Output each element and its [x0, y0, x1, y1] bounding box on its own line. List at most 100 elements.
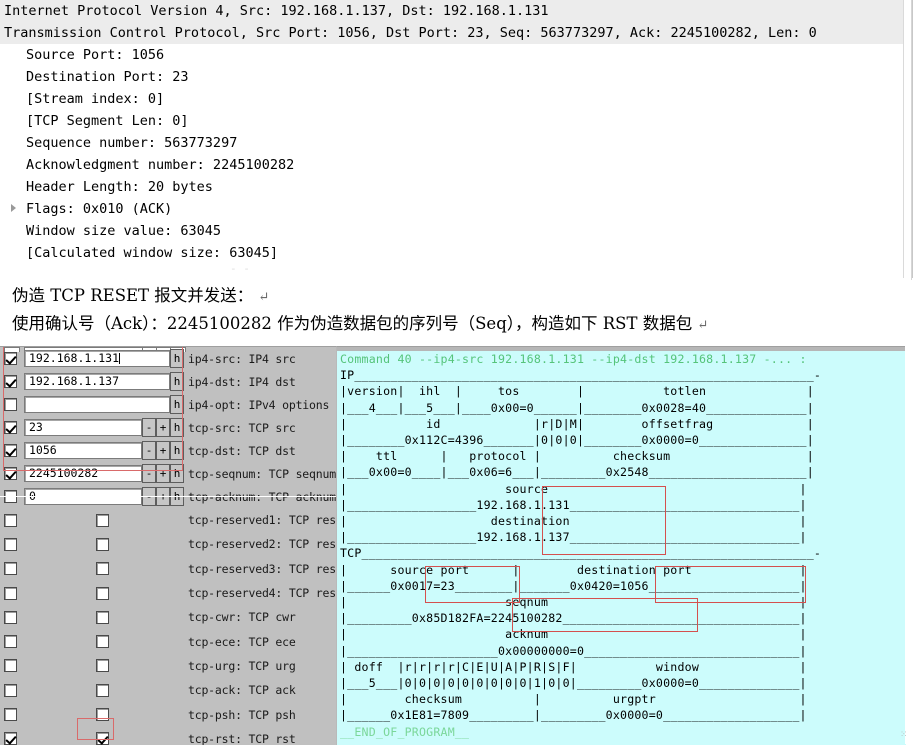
flag-value-checkbox[interactable] [96, 562, 109, 575]
flag-row[interactable]: tcp-reserved2: TCP reserved2 [0, 532, 336, 556]
flag-rows[interactable]: tcp-reserved1: TCP reserved1tcp-reserved… [0, 508, 336, 745]
field-value-input[interactable]: 192.168.1.137 [24, 373, 170, 390]
protocol-tree-row[interactable]: Source Port: 1056 [0, 44, 912, 66]
paragraph-mark-icon: ↵ [259, 290, 270, 305]
field-row[interactable]: 192.168.1.137hip4-dst: IP4 dst [0, 370, 336, 393]
flag-value-checkbox[interactable] [96, 708, 109, 721]
protocol-tree-row-label: [TCP Segment Len: 0] [26, 113, 189, 129]
flag-enable-checkbox[interactable] [4, 514, 17, 527]
flag-label: tcp-reserved4: TCP reserved4 [188, 586, 336, 600]
hex-toggle-button[interactable]: h [170, 395, 184, 414]
expand-arrow-icon[interactable] [11, 204, 16, 212]
field-enable-checkbox[interactable] [4, 421, 17, 434]
protocol-tree-row[interactable]: Acknowledgment number: 2245100282 [0, 154, 912, 176]
flag-enable-checkbox[interactable] [4, 538, 17, 551]
flag-row[interactable]: tcp-cwr: TCP cwr [0, 605, 336, 629]
resize-grip-icon[interactable]: ⁙ [900, 730, 908, 740]
flag-row[interactable]: tcp-ack: TCP ack [0, 678, 336, 702]
field-row[interactable]: 192.168.1.131hip4-src: IP4 src [0, 347, 336, 370]
ascii-diagram-row: | doff |r|r|r|r|C|E|U|A|P|R|S|F| window … [337, 659, 906, 675]
flag-value-checkbox[interactable] [96, 732, 109, 745]
field-value-input[interactable] [24, 396, 170, 413]
hex-toggle-button[interactable]: h [170, 349, 184, 368]
pane-fade-overlay [0, 258, 912, 278]
field-value-input[interactable]: 23 [24, 419, 142, 436]
field-rows[interactable]: 192.168.1.131hip4-src: IP4 src192.168.1.… [0, 347, 336, 508]
field-row[interactable]: 23-+h tcp-src: TCP src [0, 416, 336, 439]
field-row[interactable]: 2245100282-+htcp-seqnum: TCP seqnum [0, 462, 336, 485]
increment-button[interactable]: + [156, 418, 170, 437]
protocol-tree-row-label: Sequence number: 563773297 [26, 135, 237, 151]
flag-enable-checkbox[interactable] [4, 611, 17, 624]
ascii-diagram-row: |__________________192.168.1.137________… [337, 529, 906, 545]
field-enable-checkbox[interactable] [4, 398, 17, 411]
flag-row[interactable]: tcp-ece: TCP ece [0, 629, 336, 653]
decrement-button[interactable]: - [142, 441, 156, 460]
document-text-block: 伪造 TCP RESET 报文并发送： ↵ 使用确认号（Ack）：2245100… [0, 280, 920, 346]
ascii-diagram-row: |version| ihl | tos | totlen | [337, 383, 906, 399]
protocol-tree-row[interactable]: Sequence number: 563773297 [0, 132, 912, 154]
field-enable-checkbox[interactable] [4, 467, 17, 480]
protocol-tree-row[interactable]: Internet Protocol Version 4, Src: 192.16… [0, 0, 912, 22]
field-row[interactable]: 1056-+h tcp-dst: TCP dst [0, 439, 336, 462]
field-value-input[interactable]: 2245100282 [24, 465, 142, 482]
protocol-tree-row[interactable]: Header Length: 20 bytes [0, 176, 912, 198]
flag-row[interactable]: tcp-rst: TCP rst [0, 727, 336, 745]
hex-toggle-button[interactable]: h [170, 441, 184, 460]
decrement-button[interactable]: - [142, 464, 156, 483]
increment-button[interactable]: + [156, 441, 170, 460]
protocol-tree-row[interactable]: Transmission Control Protocol, Src Port:… [0, 22, 912, 44]
protocol-tree-row[interactable]: [Stream index: 0] [0, 88, 912, 110]
flag-value-checkbox[interactable] [96, 514, 109, 527]
flag-row[interactable]: tcp-reserved4: TCP reserved4 [0, 581, 336, 605]
flag-enable-checkbox[interactable] [4, 635, 17, 648]
flag-row[interactable]: tcp-reserved1: TCP reserved1 [0, 508, 336, 532]
protocol-tree[interactable]: Internet Protocol Version 4, Src: 192.16… [0, 0, 912, 264]
clipped-row-remnant: - - [230, 262, 250, 275]
field-value-input[interactable]: 192.168.1.131 [24, 350, 170, 367]
ascii-diagram-row: |___5___|0|0|0|0|0|0|0|0|0|1|0|0|_______… [337, 675, 906, 691]
flag-enable-checkbox[interactable] [4, 684, 17, 697]
field-enable-checkbox[interactable] [4, 444, 17, 457]
flag-value-checkbox[interactable] [96, 684, 109, 697]
flag-enable-checkbox[interactable] [4, 562, 17, 575]
hex-toggle-button[interactable]: h [170, 418, 184, 437]
hex-toggle-button[interactable]: h [170, 372, 184, 391]
field-value-text: 2245100282 [29, 466, 98, 480]
flag-label: tcp-ece: TCP ece [188, 635, 296, 649]
field-value-input[interactable]: 1056 [24, 442, 142, 459]
flag-row[interactable]: tcp-urg: TCP urg [0, 654, 336, 678]
protocol-tree-row[interactable]: Window size value: 63045 [0, 220, 912, 242]
flag-enable-checkbox[interactable] [4, 587, 17, 600]
field-label: tcp-dst: TCP dst [188, 444, 296, 458]
command-line-header: Command 40 --ip4-src 192.168.1.131 --ip4… [337, 351, 906, 367]
flag-value-checkbox[interactable] [96, 611, 109, 624]
flag-row[interactable]: tcp-reserved3: TCP reserved3 [0, 557, 336, 581]
packet-ascii-preview[interactable]: Command 40 --ip4-src 192.168.1.131 --ip4… [336, 346, 906, 745]
flag-value-checkbox[interactable] [96, 587, 109, 600]
flag-value-checkbox[interactable] [96, 635, 109, 648]
increment-button[interactable]: + [156, 464, 170, 483]
protocol-tree-row[interactable]: Flags: 0x010 (ACK) [0, 198, 912, 220]
field-enable-checkbox[interactable] [4, 352, 17, 365]
flag-enable-checkbox[interactable] [4, 708, 17, 721]
packet-builder-form[interactable]: 192.168.1.131hip4-src: IP4 src192.168.1.… [0, 346, 336, 745]
protocol-tree-row[interactable]: [TCP Segment Len: 0] [0, 110, 912, 132]
field-row[interactable]: hip4-opt: IPv4 options [0, 393, 336, 416]
flag-row[interactable]: tcp-psh: TCP psh [0, 702, 336, 726]
protocol-tree-row-label: [Stream index: 0] [26, 91, 164, 107]
preview-scroll-gutter[interactable] [905, 346, 920, 744]
wireshark-detail-pane[interactable]: Internet Protocol Version 4, Src: 192.16… [0, 0, 913, 278]
field-enable-checkbox[interactable] [4, 375, 17, 388]
field-label: tcp-src: TCP src [188, 421, 296, 435]
ascii-diagram-row: |______0x1E81=7809_________|_________0x0… [337, 707, 906, 723]
ascii-diagram-row: |_________0x85D182FA=2245100282_________… [337, 610, 906, 626]
decrement-button[interactable]: - [142, 418, 156, 437]
ascii-diagram-row: | seqnum | [337, 594, 906, 610]
flag-value-checkbox[interactable] [96, 538, 109, 551]
hex-toggle-button[interactable]: h [170, 464, 184, 483]
flag-enable-checkbox[interactable] [4, 659, 17, 672]
protocol-tree-row[interactable]: Destination Port: 23 [0, 66, 912, 88]
flag-value-checkbox[interactable] [96, 659, 109, 672]
flag-enable-checkbox[interactable] [4, 732, 17, 745]
